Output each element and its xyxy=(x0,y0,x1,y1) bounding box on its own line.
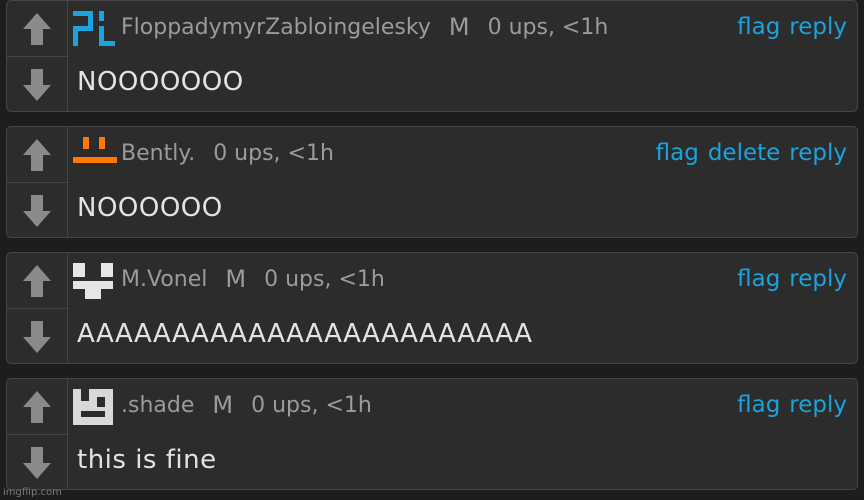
white-box-avatar[interactable] xyxy=(71,387,117,427)
flag-link[interactable]: flag xyxy=(737,266,780,292)
arrow-up-icon xyxy=(23,390,51,423)
flag-link[interactable]: flag xyxy=(737,14,780,40)
white-face-avatar[interactable] xyxy=(71,261,117,301)
comment-meta: M.Vonel M 0 ups, <1h xyxy=(121,263,385,295)
vote-column xyxy=(7,253,68,363)
comment-actions: flag reply xyxy=(737,389,847,421)
comment-card: Bently. 0 ups, <1h flag delete reply NOO… xyxy=(6,126,858,238)
comment-actions: flag reply xyxy=(737,263,847,295)
comment-meta: Bently. 0 ups, <1h xyxy=(121,137,334,169)
downvote-button[interactable] xyxy=(7,309,67,364)
arrow-up-icon xyxy=(23,12,51,45)
arrow-down-icon xyxy=(23,320,51,353)
comment-text: this is fine xyxy=(77,445,217,475)
vote-column xyxy=(7,1,68,111)
flag-link[interactable]: flag xyxy=(737,392,780,418)
username-link[interactable]: FloppadymyrZabloingelesky xyxy=(121,15,431,40)
delete-link[interactable]: delete xyxy=(708,140,780,166)
comment-stats: 0 ups, <1h xyxy=(251,392,372,418)
comment-meta: FloppadymyrZabloingelesky M 0 ups, <1h xyxy=(121,11,608,43)
comment-text: NOOOOOOO xyxy=(77,67,244,97)
arrow-up-icon xyxy=(23,264,51,297)
mod-badge: M xyxy=(448,13,470,41)
reply-link[interactable]: reply xyxy=(789,392,847,418)
upvote-button[interactable] xyxy=(7,253,67,308)
arrow-down-icon xyxy=(23,194,51,227)
comment-actions: flag reply xyxy=(737,11,847,43)
username-link[interactable]: Bently. xyxy=(121,141,195,166)
comment-stats: 0 ups, <1h xyxy=(487,14,609,40)
arrow-down-icon xyxy=(23,68,51,101)
upvote-button[interactable] xyxy=(7,379,67,434)
comment-text: AAAAAAAAAAAAAAAAAAAAAAAA xyxy=(77,319,533,349)
imgflip-watermark: imgflip.com xyxy=(3,487,62,498)
upvote-button[interactable] xyxy=(7,1,67,56)
comment-text: NOOOOOO xyxy=(77,193,223,223)
arrow-up-icon xyxy=(23,138,51,171)
vote-column xyxy=(7,379,68,489)
comment-card: M.Vonel M 0 ups, <1h flag reply AAAAAAAA… xyxy=(6,252,858,364)
comment-actions: flag delete reply xyxy=(656,137,847,169)
arrow-down-icon xyxy=(23,446,51,479)
username-link[interactable]: .shade xyxy=(121,393,194,418)
mod-badge: M xyxy=(212,391,234,419)
downvote-button[interactable] xyxy=(7,57,67,112)
comment-card: FloppadymyrZabloingelesky M 0 ups, <1h f… xyxy=(6,0,858,112)
blue-pixel-avatar[interactable] xyxy=(71,9,117,49)
vote-column xyxy=(7,127,68,237)
flag-link[interactable]: flag xyxy=(656,140,699,166)
orange-face-avatar[interactable] xyxy=(71,135,117,175)
reply-link[interactable]: reply xyxy=(789,266,847,292)
downvote-button[interactable] xyxy=(7,183,67,238)
upvote-button[interactable] xyxy=(7,127,67,182)
reply-link[interactable]: reply xyxy=(789,140,847,166)
downvote-button[interactable] xyxy=(7,435,67,490)
username-link[interactable]: M.Vonel xyxy=(121,267,207,292)
reply-link[interactable]: reply xyxy=(789,14,847,40)
comment-stats: 0 ups, <1h xyxy=(264,266,385,292)
comment-meta: .shade M 0 ups, <1h xyxy=(121,389,372,421)
comment-card: .shade M 0 ups, <1h flag reply this is f… xyxy=(6,378,858,490)
comment-stats: 0 ups, <1h xyxy=(213,140,334,166)
mod-badge: M xyxy=(225,265,247,293)
